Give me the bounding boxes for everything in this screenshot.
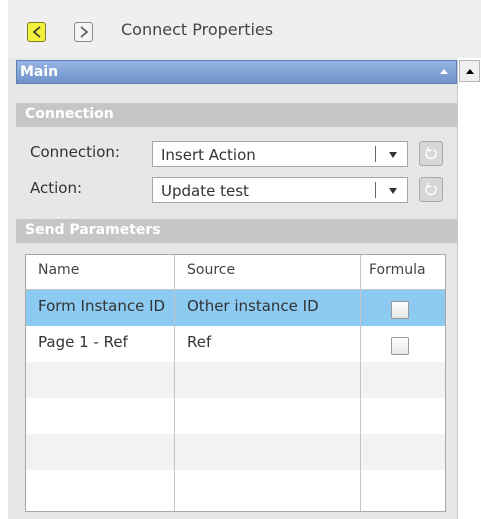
forward-arrow-icon [80,26,89,38]
send-parameters-section-header: Send Parameters [16,219,457,243]
name-cell: Page 1 - Ref [38,333,128,351]
connection-section-header: Connection [16,103,457,127]
connection-label: Connection: [30,143,120,161]
source-cell: Ref [187,333,212,351]
table-row[interactable] [26,398,445,434]
table-row[interactable] [26,434,445,470]
name-cell: Form Instance ID [38,297,166,315]
action-label: Action: [30,179,83,197]
send-parameters-section-title: Send Parameters [25,222,161,238]
source-cell: Other instance ID [187,297,319,315]
action-dropdown[interactable]: Update test [152,177,408,203]
connection-refresh-button[interactable] [419,141,443,166]
back-arrow-icon [32,26,41,38]
column-divider [174,255,175,511]
dropdown-separator [375,146,376,162]
table-row[interactable] [26,362,445,398]
main-section-title: Main [20,64,59,80]
back-button[interactable] [27,22,46,42]
vertical-scrollbar[interactable] [457,60,481,519]
scroll-up-icon [466,69,474,74]
column-header-source[interactable]: Source [187,262,235,278]
title-bar: Connect Properties [8,0,481,58]
dropdown-separator [375,182,376,198]
table-row[interactable] [26,470,445,506]
refresh-icon [425,183,437,196]
column-header-formula[interactable]: Formula [369,262,426,278]
chevron-down-icon[interactable] [389,152,397,158]
action-refresh-button[interactable] [419,177,443,202]
formula-checkbox[interactable] [391,301,409,319]
action-dropdown-value: Update test [161,182,249,200]
scroll-up-button[interactable] [459,60,480,82]
table-row[interactable]: Form Instance ID Other instance ID [26,290,445,326]
parameters-table[interactable]: Form Instance ID Other instance ID Page … [25,254,446,512]
chevron-down-icon[interactable] [389,188,397,194]
table-row[interactable]: Page 1 - Ref Ref [26,326,445,362]
panel-title: Connect Properties [121,20,274,39]
connection-dropdown-value: Insert Action [161,146,256,164]
connection-section-title: Connection [25,106,114,122]
column-divider [360,255,361,511]
formula-checkbox[interactable] [391,337,409,355]
forward-button[interactable] [74,22,93,42]
header-divider [26,289,445,290]
connection-dropdown[interactable]: Insert Action [152,141,408,167]
collapse-icon[interactable] [440,69,448,74]
refresh-icon [425,147,437,160]
main-section-header[interactable]: Main [16,60,457,84]
column-header-name[interactable]: Name [38,262,79,278]
